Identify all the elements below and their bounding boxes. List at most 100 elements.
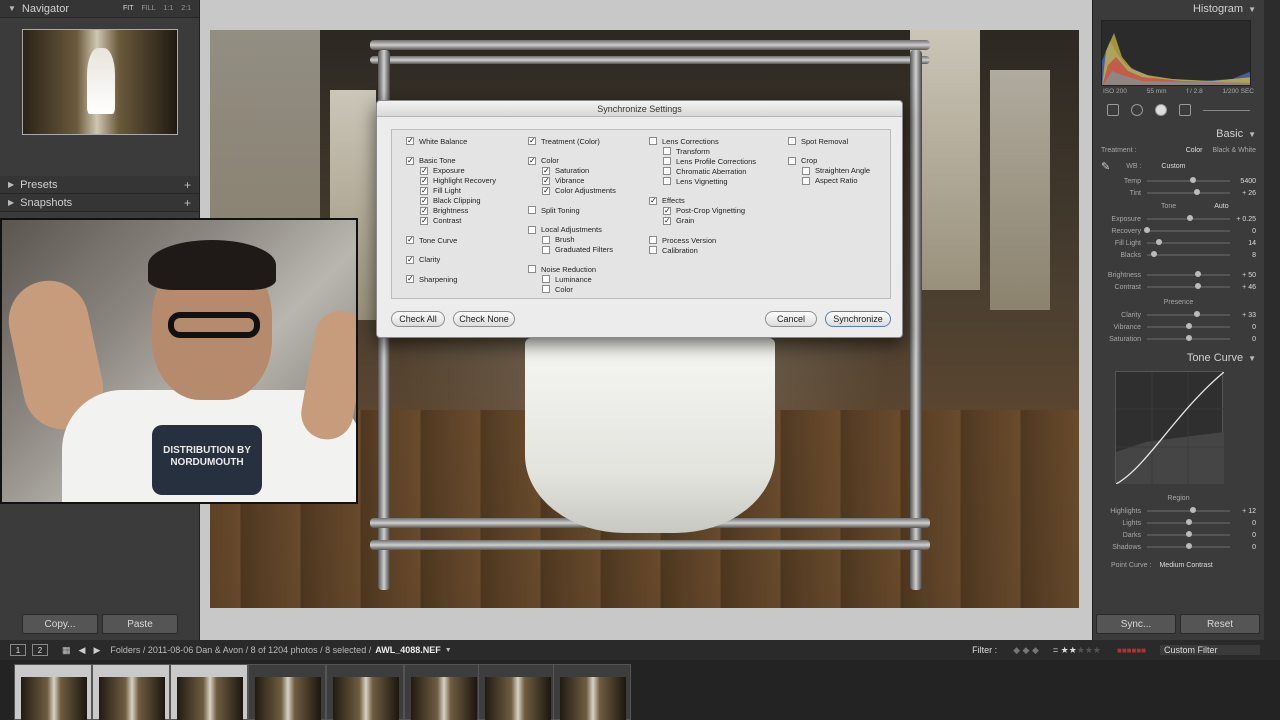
slider-knob[interactable] bbox=[1144, 227, 1150, 233]
filmstrip-thumbnail[interactable] bbox=[404, 664, 482, 720]
setting-checkbox[interactable]: Graduated Filters bbox=[528, 245, 616, 255]
histogram-header[interactable]: Histogram ▼ bbox=[1093, 0, 1264, 18]
slider-knob[interactable] bbox=[1190, 507, 1197, 513]
slider-knob[interactable] bbox=[1187, 215, 1194, 221]
checkmark-icon[interactable]: ✓ bbox=[406, 137, 414, 145]
slider-knob[interactable] bbox=[1185, 323, 1192, 329]
setting-checkbox[interactable]: ✓ Effects bbox=[649, 196, 756, 206]
navigator-header[interactable]: ▼ Navigator FIT FILL 1:1 2:1 bbox=[0, 0, 199, 18]
brush-slider-icon[interactable] bbox=[1203, 109, 1250, 111]
collapse-triangle-icon[interactable]: ▼ bbox=[8, 4, 16, 13]
empty-checkbox-icon[interactable] bbox=[528, 265, 536, 273]
checkmark-icon[interactable]: ✓ bbox=[649, 196, 657, 205]
setting-checkbox[interactable]: Crop bbox=[788, 156, 870, 166]
slider-value[interactable]: + 0.25 bbox=[1234, 216, 1256, 223]
checkmark-icon[interactable]: ✓ bbox=[663, 206, 671, 215]
zoom-1-1[interactable]: 1:1 bbox=[164, 5, 174, 12]
setting-checkbox[interactable]: ✓ Sharpening bbox=[406, 274, 496, 284]
slider-track[interactable] bbox=[1147, 215, 1230, 221]
slider-track[interactable] bbox=[1147, 543, 1230, 549]
presets-header[interactable]: ▶ Presets + bbox=[0, 176, 199, 194]
setting-checkbox[interactable]: ✓ Color bbox=[528, 156, 616, 166]
snapshots-header[interactable]: ▶ Snapshots + bbox=[0, 194, 199, 212]
setting-checkbox[interactable]: Brush bbox=[528, 235, 616, 245]
setting-checkbox[interactable]: ✓ White Balance bbox=[406, 136, 496, 146]
slider-knob[interactable] bbox=[1185, 519, 1192, 525]
slider-track[interactable] bbox=[1147, 323, 1230, 329]
slider-knob[interactable] bbox=[1193, 189, 1200, 195]
filmstrip-thumbnail[interactable] bbox=[170, 664, 248, 720]
slider-value[interactable]: + 26 bbox=[1234, 190, 1256, 197]
checkmark-icon[interactable]: ✓ bbox=[528, 137, 536, 145]
setting-checkbox[interactable]: ✓ Brightness bbox=[406, 206, 496, 216]
check-none-button[interactable]: Check None bbox=[453, 311, 515, 327]
slider-value[interactable]: + 33 bbox=[1234, 312, 1256, 319]
empty-checkbox-icon[interactable] bbox=[788, 156, 796, 165]
slider-value[interactable]: 8 bbox=[1234, 252, 1256, 259]
reset-button[interactable]: Reset bbox=[1180, 614, 1260, 634]
checkmark-icon[interactable]: ✓ bbox=[406, 255, 414, 264]
setting-checkbox[interactable]: Lens Profile Corrections bbox=[649, 156, 756, 166]
setting-checkbox[interactable]: Luminance bbox=[528, 274, 616, 284]
slider-value[interactable]: 14 bbox=[1234, 240, 1256, 247]
slider-value[interactable]: + 12 bbox=[1234, 508, 1256, 515]
setting-checkbox[interactable]: Color bbox=[528, 284, 616, 294]
slider-track[interactable] bbox=[1147, 177, 1230, 183]
graduated-filter-icon[interactable] bbox=[1179, 104, 1191, 116]
empty-checkbox-icon[interactable] bbox=[542, 275, 550, 283]
slider-value[interactable]: 0 bbox=[1234, 532, 1256, 539]
empty-checkbox-icon[interactable] bbox=[528, 225, 536, 234]
navigator-thumbnail[interactable] bbox=[21, 29, 178, 135]
checkmark-icon[interactable]: ✓ bbox=[420, 186, 428, 195]
setting-checkbox[interactable]: ✓ Exposure bbox=[406, 166, 496, 176]
setting-checkbox[interactable]: Calibration bbox=[649, 245, 756, 255]
sync-button[interactable]: Sync... bbox=[1096, 614, 1176, 634]
setting-checkbox[interactable]: ✓ Clarity bbox=[406, 255, 496, 265]
flag-filter-icons[interactable]: ◆ ◆ ◆ bbox=[1013, 645, 1039, 656]
auto-tone-button[interactable]: Auto bbox=[1214, 203, 1228, 210]
checkmark-icon[interactable]: ✓ bbox=[420, 166, 428, 175]
empty-checkbox-icon[interactable] bbox=[663, 167, 671, 175]
slider-value[interactable]: 0 bbox=[1234, 228, 1256, 235]
setting-checkbox[interactable]: ✓ Post-Crop Vignetting bbox=[649, 206, 756, 216]
add-preset-icon[interactable]: + bbox=[184, 178, 191, 192]
red-eye-icon[interactable] bbox=[1155, 104, 1167, 116]
setting-checkbox[interactable]: Lens Corrections bbox=[649, 136, 756, 146]
slider-knob[interactable] bbox=[1150, 251, 1157, 257]
spot-removal-icon[interactable] bbox=[1131, 104, 1143, 116]
slider-knob[interactable] bbox=[1185, 543, 1192, 549]
slider-knob[interactable] bbox=[1195, 283, 1202, 289]
checkmark-icon[interactable]: ✓ bbox=[528, 156, 536, 165]
tone-curve-header[interactable]: Tone Curve ▼ bbox=[1093, 349, 1264, 367]
back-arrow-icon[interactable]: ◀ bbox=[79, 645, 86, 656]
empty-checkbox-icon[interactable] bbox=[802, 176, 810, 185]
slider-knob[interactable] bbox=[1195, 271, 1202, 277]
grid-view-icon[interactable]: ▦ bbox=[62, 645, 71, 656]
filmstrip-thumbnail[interactable] bbox=[326, 664, 404, 720]
treatment-color[interactable]: Color bbox=[1186, 147, 1203, 154]
checkmark-icon[interactable]: ✓ bbox=[542, 186, 550, 195]
setting-checkbox[interactable]: ✓ Black Clipping bbox=[406, 196, 496, 206]
setting-checkbox[interactable]: ✓ Fill Light bbox=[406, 186, 496, 196]
treatment-black-white[interactable]: Black & White bbox=[1212, 147, 1256, 154]
setting-checkbox[interactable]: ✓ Tone Curve bbox=[406, 235, 496, 245]
wb-value[interactable]: Custom bbox=[1161, 163, 1185, 170]
setting-checkbox[interactable]: ✓ Grain bbox=[649, 216, 756, 226]
right-scrollbar[interactable] bbox=[1264, 0, 1280, 640]
setting-checkbox[interactable]: Process Version bbox=[649, 235, 756, 245]
setting-checkbox[interactable]: Chromatic Aberration bbox=[649, 166, 756, 176]
slider-value[interactable]: 5400 bbox=[1234, 178, 1256, 185]
filmstrip-thumbnail[interactable] bbox=[92, 664, 170, 720]
slider-track[interactable] bbox=[1147, 251, 1230, 257]
zoom-2-1[interactable]: 2:1 bbox=[181, 5, 191, 12]
checkmark-icon[interactable]: ✓ bbox=[420, 206, 428, 215]
current-file[interactable]: AWL_4088.NEF bbox=[375, 645, 441, 655]
expand-triangle-icon[interactable]: ▶ bbox=[8, 198, 14, 207]
setting-checkbox[interactable]: Noise Reduction bbox=[528, 264, 616, 274]
collapse-triangle-icon[interactable]: ▼ bbox=[1248, 354, 1256, 363]
checkmark-icon[interactable]: ✓ bbox=[420, 216, 428, 225]
empty-checkbox-icon[interactable] bbox=[649, 137, 657, 145]
window-1-button[interactable]: 1 bbox=[10, 644, 26, 656]
slider-value[interactable]: + 46 bbox=[1234, 284, 1256, 291]
checkmark-icon[interactable]: ✓ bbox=[542, 166, 550, 175]
